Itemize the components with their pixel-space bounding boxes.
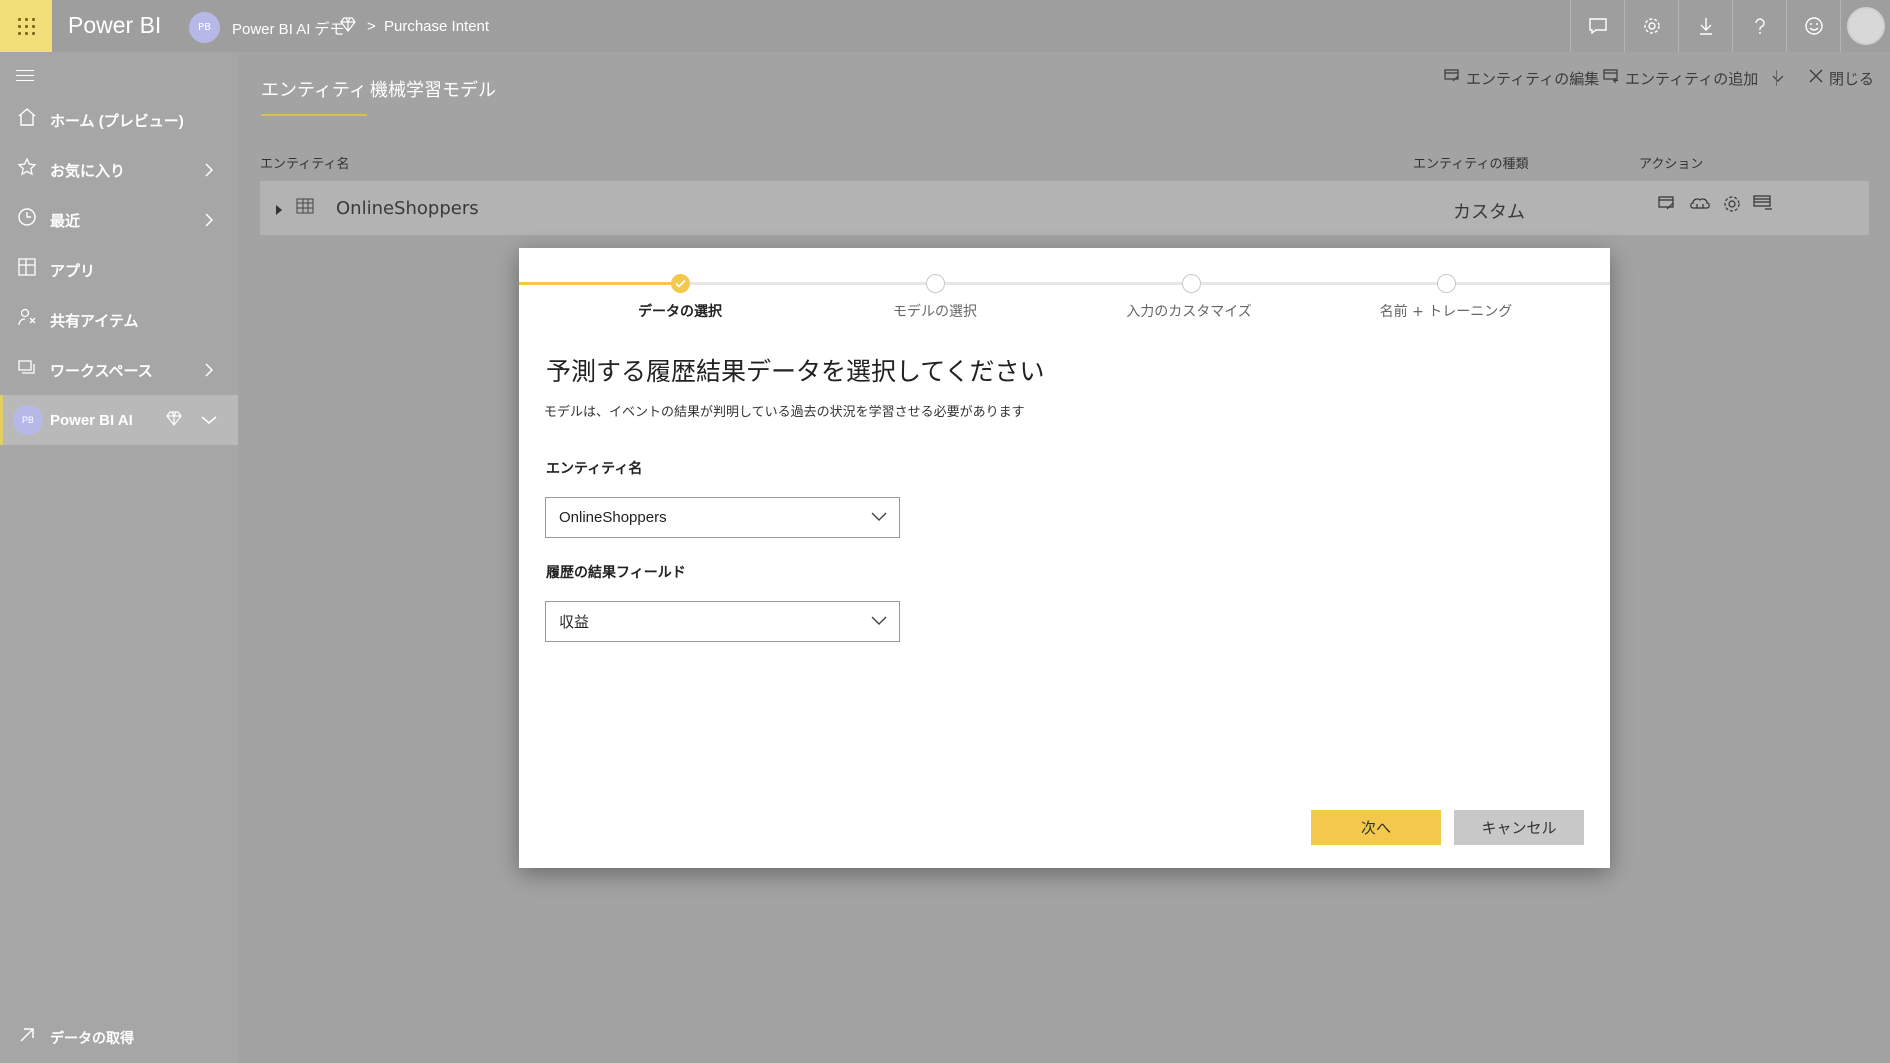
chevron-down-icon [871, 509, 887, 526]
sidebar-item-label: 共有アイテム [50, 312, 139, 330]
smiley-icon[interactable] [1786, 0, 1840, 52]
chevron-down-icon [871, 613, 887, 630]
entity-name[interactable]: OnlineShoppers [336, 198, 479, 219]
entity-field-label: エンティティ名 [546, 461, 643, 477]
table-icon [296, 198, 314, 218]
breadcrumb-item[interactable]: Purchase Intent [384, 18, 489, 35]
sidebar-item-favorites[interactable]: お気に入り [0, 145, 238, 195]
sidebar-item-get-data[interactable]: データの取得 [0, 1013, 238, 1063]
breadcrumb-workspace[interactable]: Power BI AI デモ [232, 18, 345, 39]
hamburger-menu-icon[interactable] [16, 70, 34, 85]
sidebar-item-shared[interactable]: 共有アイテム [0, 295, 238, 345]
close-icon [1809, 69, 1823, 87]
tab-entities[interactable]: エンティティ [261, 76, 367, 116]
outcome-field-select[interactable]: 収益 [545, 601, 900, 642]
entity-type: カスタム [1453, 202, 1525, 223]
outcome-select-value: 収益 [559, 614, 590, 631]
dialog-title: 予測する履歴結果データを選択してください [546, 357, 1045, 386]
chevron-down-icon[interactable] [198, 415, 220, 425]
cancel-button[interactable]: キャンセル [1454, 810, 1584, 845]
next-button[interactable]: 次へ [1311, 810, 1441, 845]
add-entity-label: エンティティの追加 [1625, 69, 1759, 88]
chevron-right-icon[interactable] [198, 162, 220, 178]
clock-icon [13, 207, 41, 233]
chat-icon[interactable] [1570, 0, 1624, 52]
sidebar-item-label: アプリ [50, 262, 96, 280]
top-bar: Power BI PB Power BI AI デモ > Purchase In… [0, 0, 1890, 52]
sidebar-item-current-workspace[interactable]: PB Power BI AI [0, 395, 238, 445]
entity-select-value: OnlineShoppers [559, 509, 667, 526]
edit-entity-label: エンティティの編集 [1466, 69, 1600, 88]
workspace-avatar: PB [189, 12, 220, 43]
create-model-dialog: データの選択 モデルの選択 入力のカスタマイズ 名前 + トレーニング 予測する… [519, 248, 1610, 868]
sidebar-item-label: データの取得 [50, 1030, 134, 1046]
help-icon[interactable] [1732, 0, 1786, 52]
sidebar-item-label: お気に入り [50, 162, 126, 180]
step-3-circle [1182, 274, 1201, 293]
column-header-name: エンティティ名 [260, 157, 350, 172]
step-1-check-icon [671, 274, 690, 293]
column-header-type: エンティティの種類 [1413, 157, 1529, 172]
home-icon [13, 107, 41, 133]
sidebar-item-apps[interactable]: アプリ [0, 245, 238, 295]
column-header-actions: アクション [1639, 157, 1704, 172]
sidebar-item-workspaces[interactable]: ワークスペース [0, 345, 238, 395]
sidebar-item-label: ワークスペース [50, 362, 153, 380]
edit-entity-button[interactable]: エンティティの編集 [1444, 62, 1599, 94]
gear-icon[interactable] [1723, 195, 1741, 218]
chevron-right-icon[interactable] [198, 362, 220, 378]
workspace-icon [13, 357, 41, 383]
outcome-field-label: 履歴の結果フィールド [546, 565, 686, 581]
close-button[interactable]: 閉じる [1809, 62, 1874, 94]
tab-ml-models[interactable]: 機械学習モデル [370, 76, 496, 114]
dialog-subtitle: モデルは、イベントの結果が判明している過去の状況を学習させる必要があります [544, 405, 1025, 420]
apps-icon [13, 257, 41, 283]
brain-icon[interactable] [1689, 195, 1711, 218]
sidebar-item-label: 最近 [50, 212, 81, 230]
step-4-circle [1437, 274, 1456, 293]
entity-select[interactable]: OnlineShoppers [545, 497, 900, 538]
step-label-select-data: データの選択 [638, 304, 722, 320]
sidebar: ホーム (プレビュー) お気に入り 最近 アプリ 共有アイテム ワークスペース … [0, 52, 238, 1063]
edit-table-icon [1444, 69, 1460, 87]
brand-title[interactable]: Power BI [68, 12, 161, 39]
step-label-select-model: モデルの選択 [893, 304, 977, 320]
sidebar-item-label: Power BI AI [50, 411, 133, 429]
table-refresh-icon[interactable] [1753, 195, 1773, 216]
chevron-right-icon[interactable] [198, 212, 220, 228]
sidebar-item-home[interactable]: ホーム (プレビュー) [0, 95, 238, 145]
star-icon [13, 157, 41, 183]
user-avatar[interactable] [1840, 0, 1890, 52]
step-label-name-training: 名前 + トレーニング [1379, 304, 1513, 320]
app-launcher-icon[interactable] [0, 0, 52, 52]
workspace-avatar: PB [13, 405, 43, 435]
arrow-up-right-icon [13, 1026, 41, 1050]
stepper-progress [519, 282, 681, 285]
add-entity-button[interactable]: エンティティの追加 [1603, 62, 1784, 94]
expand-caret-icon[interactable] [275, 201, 283, 220]
shared-icon [13, 307, 41, 333]
diamond-icon [340, 16, 356, 36]
sidebar-item-recent[interactable]: 最近 [0, 195, 238, 245]
step-label-customize-inputs: 入力のカスタマイズ [1126, 304, 1252, 320]
diamond-icon [166, 410, 182, 430]
command-divider [1776, 70, 1777, 86]
breadcrumb-separator: > [367, 18, 376, 35]
table-row[interactable]: OnlineShoppers カスタム [260, 181, 1869, 235]
edit-table-icon[interactable] [1658, 195, 1676, 216]
step-2-circle [926, 274, 945, 293]
close-label: 閉じる [1829, 69, 1875, 88]
add-table-icon [1603, 69, 1619, 87]
sidebar-item-label: ホーム (プレビュー) [50, 112, 184, 130]
gear-icon[interactable] [1624, 0, 1678, 52]
download-icon[interactable] [1678, 0, 1732, 52]
chevron-down-icon[interactable] [1772, 69, 1784, 87]
